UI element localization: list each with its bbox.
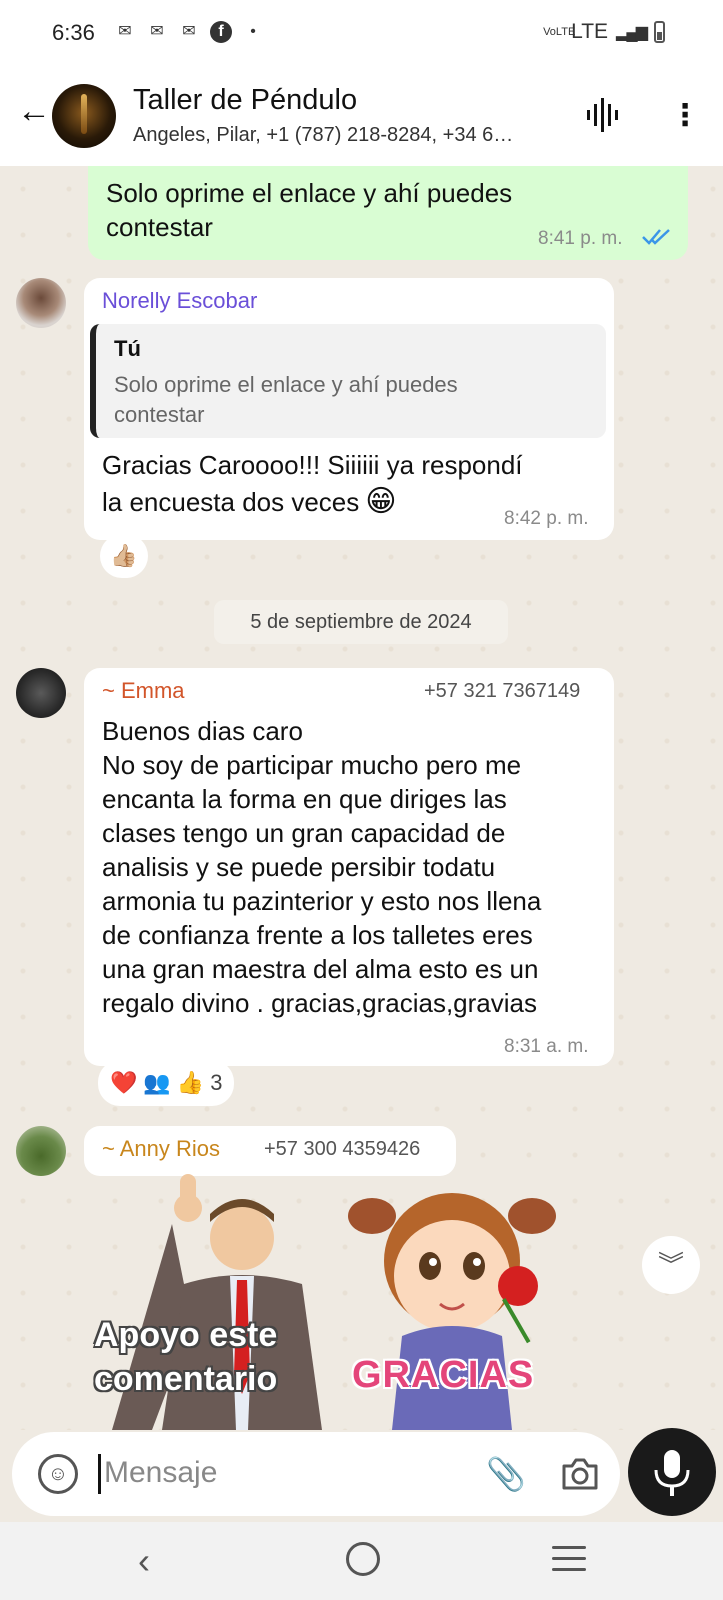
battery-icon: [654, 21, 665, 43]
voice-message-button[interactable]: [628, 1428, 716, 1516]
grinning-emoji: 😁: [365, 485, 397, 518]
messenger-icon: ✉: [182, 23, 196, 40]
message-text: contestar: [106, 212, 213, 242]
message-body: Buenos dias caro No soy de participar mu…: [102, 714, 541, 1020]
chat-header: ← Taller de Péndulo Angeles, Pilar, +1 (…: [0, 66, 723, 166]
date-separator: 5 de septiembre de 2024: [214, 600, 508, 644]
sender-name[interactable]: Norelly Escobar: [102, 288, 257, 314]
camera-icon[interactable]: [560, 1456, 600, 1492]
message-line: No soy de participar mucho pero me: [102, 750, 522, 780]
message-line: Buenos dias caro: [102, 716, 303, 746]
people-icon: 👥: [143, 1070, 171, 1095]
incoming-message[interactable]: ~ Emma +57 321 7367149 Buenos dias caro …: [84, 668, 614, 1066]
quoted-message[interactable]: Tú Solo oprime el enlace y ahí puedes co…: [90, 324, 606, 438]
volte-icon: VoLTE: [543, 25, 576, 38]
quote-text: contestar: [114, 402, 205, 427]
message-line: armonia tu pazinterior y esto nos llena: [102, 886, 542, 916]
message-line: regalo divino . gracias,gracias,gravias: [102, 988, 537, 1018]
message-line: de confianza frente a los talletes eres: [102, 920, 533, 950]
sticker-apoyo[interactable]: Apoyo este comentario: [92, 1174, 322, 1430]
notification-icons: ✉ ✉ ✉ f •: [114, 21, 264, 43]
sticker-caption: Apoyo este: [94, 1316, 278, 1354]
message-time: 8:41 p. m.: [538, 228, 623, 249]
thumbs-up-icon: 👍🏼: [110, 543, 138, 568]
avatar[interactable]: [16, 1126, 66, 1176]
message-text: la encuesta dos veces: [102, 486, 360, 517]
sender-phone[interactable]: +57 300 4359426: [264, 1138, 420, 1161]
sender-name[interactable]: ~ Anny Rios: [102, 1136, 220, 1162]
paperclip-icon[interactable]: 📎: [486, 1452, 526, 1496]
sender-name[interactable]: ~ Emma: [102, 678, 185, 704]
message-line: encanta la forma en que diriges las: [102, 784, 507, 814]
nav-back-icon[interactable]: ‹: [138, 1540, 150, 1582]
avatar[interactable]: [16, 278, 66, 328]
sticker-emoji-icon[interactable]: ☺: [38, 1454, 78, 1494]
network-type: LTE: [571, 20, 609, 43]
message-line: analisis y se puede persibir todatu: [102, 852, 496, 882]
chat-area[interactable]: Solo oprime el enlace y ahí puedes conte…: [0, 166, 723, 1430]
double-chevron-down-icon: ︾: [657, 1250, 684, 1280]
text-cursor: [98, 1454, 101, 1494]
signal-icon: ▂▄▆: [616, 24, 648, 41]
scroll-to-bottom-button[interactable]: ︾: [642, 1236, 700, 1294]
message-text-line: la encuesta dos veces 😁: [102, 484, 397, 519]
message-time: 8:42 p. m.: [504, 508, 589, 529]
read-ticks-icon: [642, 229, 670, 245]
reaction-pill[interactable]: ❤️ 👥 👍 3: [98, 1060, 235, 1106]
message-time: 8:31 a. m.: [504, 1036, 589, 1057]
message-line: una gran maestra del alma esto es un: [102, 954, 539, 984]
sticker-caption: GRACIAS: [352, 1354, 535, 1396]
avatar[interactable]: [16, 668, 66, 718]
more-notifications-dot: •: [250, 23, 256, 40]
incoming-message[interactable]: Norelly Escobar Tú Solo oprime el enlace…: [84, 278, 614, 540]
group-avatar[interactable]: [52, 84, 116, 148]
nav-home-icon[interactable]: [346, 1542, 380, 1576]
sticker-gracias[interactable]: GRACIAS: [342, 1166, 562, 1430]
quote-text: Solo oprime el enlace y ahí puedes: [114, 372, 458, 397]
heart-icon: ❤️: [110, 1070, 138, 1095]
status-right: VoLTE LTE ▂▄▆: [543, 20, 665, 44]
message-text: Solo oprime el enlace y ahí puedes: [106, 178, 513, 208]
group-members[interactable]: Angeles, Pilar, +1 (787) 218-8284, +34 6…: [133, 124, 563, 147]
reaction-pill[interactable]: 👍🏼: [100, 534, 148, 578]
group-title[interactable]: Taller de Péndulo: [133, 84, 357, 117]
message-input-container[interactable]: ☺ Mensaje 📎: [12, 1432, 620, 1516]
more-options-icon[interactable]: ⋮: [670, 98, 700, 134]
message-text: Gracias Caroooo!!! Siiiiii ya respondí: [102, 450, 523, 480]
outgoing-message[interactable]: Solo oprime el enlace y ahí puedes conte…: [88, 166, 688, 260]
sender-phone[interactable]: +57 321 7367149: [424, 680, 580, 703]
messenger-icon: ✉: [150, 23, 164, 40]
reaction-count: 3: [210, 1070, 223, 1095]
messenger-icon: ✉: [118, 23, 132, 40]
voice-chat-icon[interactable]: [585, 96, 621, 134]
quote-author: Tú: [114, 336, 141, 361]
status-time: 6:36: [52, 20, 95, 45]
back-arrow-icon[interactable]: ←: [14, 92, 54, 131]
status-bar: 6:36 ✉ ✉ ✉ f • VoLTE LTE ▂▄▆: [0, 0, 723, 66]
system-nav-bar: ‹: [0, 1522, 723, 1600]
facebook-icon: f: [210, 21, 232, 43]
message-input-bar: ☺ Mensaje 📎: [0, 1428, 723, 1522]
message-input[interactable]: Mensaje: [104, 1456, 217, 1490]
sticker-caption: comentario: [94, 1360, 278, 1398]
microphone-icon: [654, 1450, 690, 1496]
nav-recents-icon[interactable]: [552, 1546, 586, 1579]
thumbs-up-icon: 👍: [176, 1070, 205, 1095]
message-line: clases tengo un gran capacidad de: [102, 818, 506, 848]
